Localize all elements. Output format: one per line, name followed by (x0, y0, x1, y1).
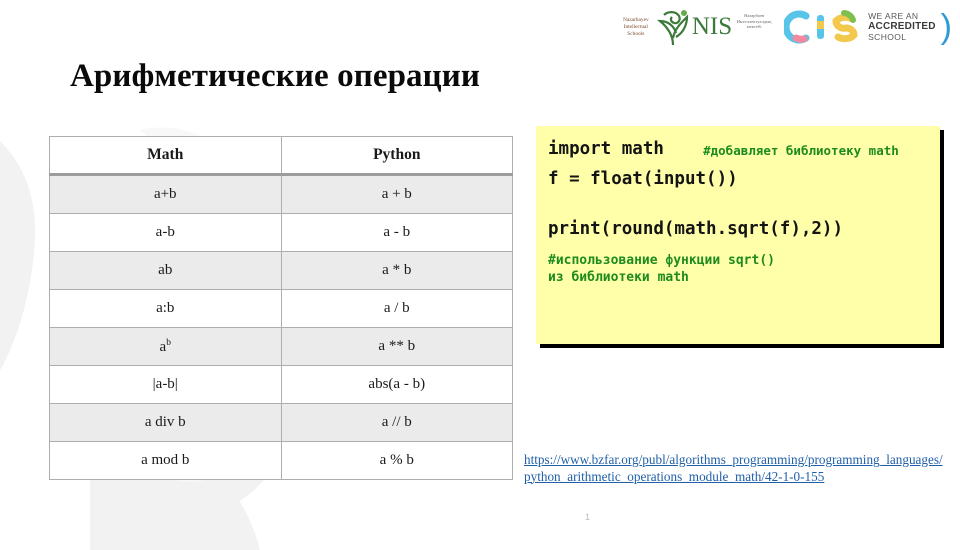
table-row: a+b a + b (49, 174, 513, 214)
code-line-import: import math (548, 139, 664, 159)
column-header-math: Math (49, 136, 282, 176)
nis-logo: Nazarbayev Intellectual Schools NIS Наза… (618, 8, 774, 46)
code-comment-sqrt: #использование функции sqrt() из библиот… (548, 253, 775, 285)
cell-python: a % b (280, 441, 513, 480)
cis-mark-icon (784, 10, 858, 44)
cell-math-exponent: b (166, 337, 171, 348)
column-header-python: Python (280, 136, 513, 176)
cis-logo: WE ARE AN ACCREDITED SCHOOL ) (784, 7, 952, 47)
page-title: Арифметические операции (70, 58, 480, 94)
nis-ru-line-3: мектебі (746, 24, 762, 30)
cell-python: a + b (280, 174, 513, 214)
cell-math: a-b (49, 213, 282, 252)
table-row: ab a ** b (49, 327, 513, 366)
nis-abbreviation: NIS (691, 13, 733, 40)
cis-accreditation-text: WE ARE AN ACCREDITED SCHOOL (868, 11, 936, 43)
cell-python: a / b (280, 289, 513, 328)
table-row: ab a * b (49, 251, 513, 290)
table-row: a:b a / b (49, 289, 513, 328)
code-example-panel: import math #добавляет библиотеку math f… (536, 126, 940, 344)
nis-leaf-icon (656, 10, 688, 46)
nis-word-line-1: Nazarbayev (622, 16, 649, 23)
cell-python: abs(a - b) (280, 365, 513, 404)
cell-math: ab (49, 327, 282, 366)
operations-table: Math Python a+b a + b a-b a - b ab a * b… (49, 136, 513, 480)
nis-logo-words: Nazarbayev Intellectual Schools (618, 17, 654, 38)
table-row: |a-b| abs(a - b) (49, 365, 513, 404)
cell-math: ab (49, 251, 282, 290)
cis-text-line-2: ACCREDITED (868, 20, 936, 32)
cell-math: |a-b| (49, 365, 282, 404)
table-row: a div b a // b (49, 403, 513, 442)
cell-python: a // b (280, 403, 513, 442)
cell-math: a div b (49, 403, 282, 442)
nis-word-line-3: Schools (627, 30, 645, 37)
header-logos: Nazarbayev Intellectual Schools NIS Наза… (618, 2, 952, 52)
cell-python: a * b (280, 251, 513, 290)
code-line-print: print(round(math.sqrt(f),2)) (548, 219, 844, 239)
code-comment-import: #добавляет библиотеку math (703, 143, 899, 158)
code-first-row: import math #добавляет библиотеку math (536, 126, 940, 160)
table-row: a mod b a % b (49, 441, 513, 480)
cell-python: a ** b (280, 327, 513, 366)
nis-logo-ru-words: Назарбаев Интеллектуалдық мектебі (734, 13, 774, 30)
cell-math: a mod b (49, 441, 282, 480)
operations-table-container: Math Python a+b a + b a-b a - b ab a * b… (49, 136, 513, 480)
page-number: 1 (585, 512, 591, 522)
table-header-row: Math Python (49, 136, 513, 176)
cis-text-line-3: SCHOOL (868, 32, 907, 43)
nis-word-line-2: Intellectual (623, 23, 648, 30)
table-row: a-b a - b (49, 213, 513, 252)
code-line-input: f = float(input()) (548, 169, 738, 189)
cell-math: a:b (49, 289, 282, 328)
cell-python: a - b (280, 213, 513, 252)
table-body: a+b a + b a-b a - b ab a * b a:b a / b a… (49, 174, 513, 480)
source-url-link[interactable]: https://www.bzfar.org/publ/algorithms_pr… (524, 452, 946, 485)
cis-paren-icon: ) (940, 8, 952, 46)
cell-math: a+b (49, 174, 282, 214)
